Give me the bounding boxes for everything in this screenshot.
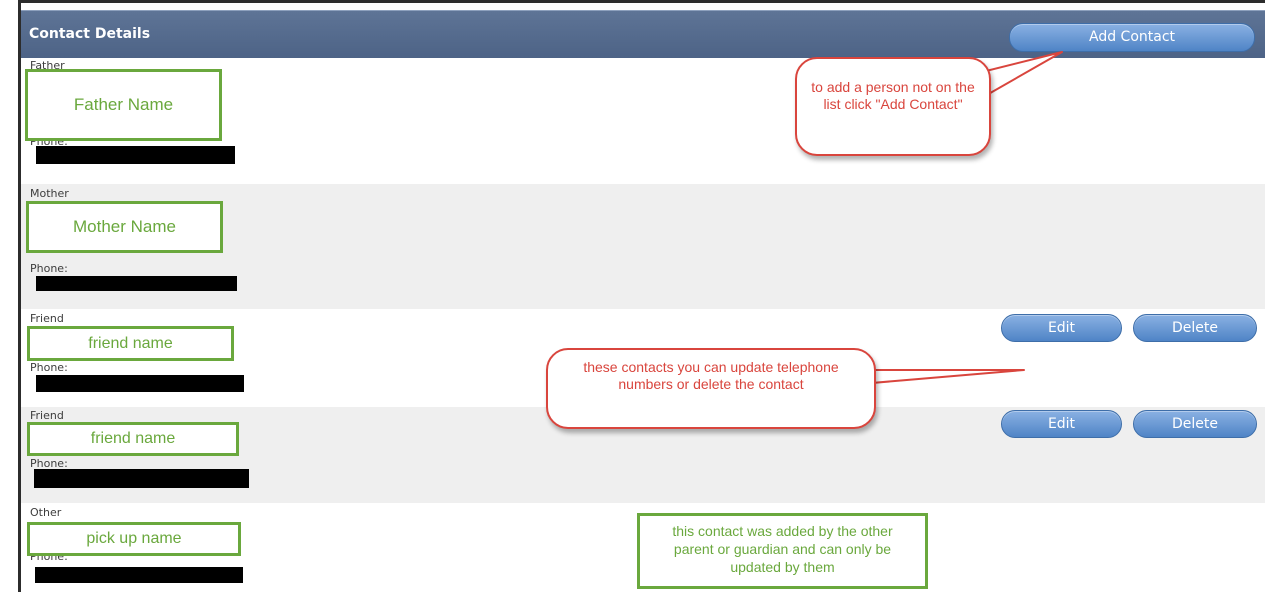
other-parent-note: this contact was added by the other pare… bbox=[637, 513, 928, 589]
mother-name-box: Mother Name bbox=[26, 201, 223, 253]
phone-value-redacted bbox=[36, 276, 237, 291]
pickup-name-box: pick up name bbox=[27, 522, 241, 556]
relationship-label: Friend bbox=[30, 312, 64, 325]
friend-name-box: friend name bbox=[27, 422, 239, 456]
add-contact-callout: to add a person not on the list click "A… bbox=[795, 57, 991, 156]
panel-title: Contact Details bbox=[29, 26, 151, 42]
phone-value-redacted bbox=[34, 469, 249, 488]
edit-button[interactable]: Edit bbox=[1001, 410, 1122, 438]
phone-value-redacted bbox=[36, 375, 244, 392]
update-contacts-callout: these contacts you can update telephone … bbox=[546, 348, 876, 429]
phone-value-redacted bbox=[36, 146, 235, 164]
relationship-label: Friend bbox=[30, 409, 64, 422]
add-contact-button[interactable]: Add Contact bbox=[1009, 23, 1255, 52]
edit-button[interactable]: Edit bbox=[1001, 314, 1122, 342]
father-name-box: Father Name bbox=[25, 69, 222, 141]
delete-button[interactable]: Delete bbox=[1133, 314, 1257, 342]
delete-button[interactable]: Delete bbox=[1133, 410, 1257, 438]
relationship-label: Other bbox=[30, 506, 62, 519]
relationship-label: Mother bbox=[30, 187, 69, 200]
phone-label: Phone: bbox=[30, 361, 68, 374]
phone-value-redacted bbox=[35, 567, 243, 583]
phone-label: Phone: bbox=[30, 262, 68, 275]
friend-name-box: friend name bbox=[27, 326, 234, 361]
